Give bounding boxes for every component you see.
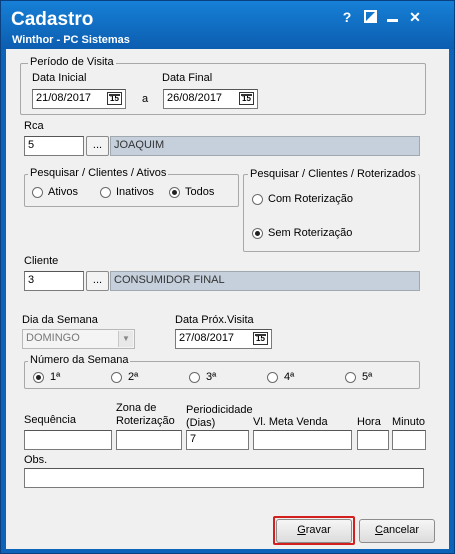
restore-icon[interactable] xyxy=(363,10,377,25)
hora-label: Hora xyxy=(357,416,381,428)
radio-semana-4-label: 4ª xyxy=(284,371,295,383)
radio-semana-3[interactable] xyxy=(189,372,200,383)
radio-semana-5[interactable] xyxy=(345,372,356,383)
cancelar-button[interactable]: Cancelar xyxy=(359,519,435,543)
data-inicial-field[interactable]: 21/08/2017 15 xyxy=(32,89,126,109)
cadastro-window: Cadastro Winthor - PC Sistemas ? ✕ Perío… xyxy=(0,0,455,554)
minuto-label: Minuto xyxy=(392,416,426,428)
radio-sem-roterizacao[interactable] xyxy=(252,228,263,239)
calendar-icon[interactable]: 15 xyxy=(107,92,122,105)
radio-semana-5-label: 5ª xyxy=(362,371,373,383)
sequencia-label: Sequência xyxy=(24,414,76,426)
window-title: Cadastro xyxy=(11,9,94,30)
periodicidade-field[interactable]: 7 xyxy=(186,430,249,450)
data-prox-visita-label: Data Próx.Visita xyxy=(175,314,254,326)
gravar-button[interactable]: Gravar xyxy=(276,519,352,543)
data-final-label: Data Final xyxy=(162,72,213,84)
radio-semana-1-label: 1ª xyxy=(50,371,61,383)
cliente-label: Cliente xyxy=(24,255,59,267)
radio-semana-3-label: 3ª xyxy=(206,371,217,383)
a-label: a xyxy=(142,93,149,105)
title-bar[interactable]: Cadastro Winthor - PC Sistemas ? ✕ xyxy=(1,1,454,49)
radio-semana-2[interactable] xyxy=(111,372,122,383)
radio-com-roterizacao-label: Com Roterização xyxy=(268,193,353,205)
minimize-icon[interactable] xyxy=(385,10,399,25)
radio-todos-label: Todos xyxy=(185,186,215,198)
radio-inativos[interactable] xyxy=(100,187,111,198)
obs-field[interactable] xyxy=(24,468,424,488)
help-icon[interactable]: ? xyxy=(340,10,354,25)
dia-semana-label: Dia da Semana xyxy=(22,314,98,326)
chevron-down-icon: ▼ xyxy=(118,331,133,347)
cliente-name-field: CONSUMIDOR FINAL xyxy=(110,271,420,291)
hora-field[interactable] xyxy=(357,430,389,450)
clientes-roterizados-title: Pesquisar / Clientes / Roterizados xyxy=(248,168,418,180)
radio-todos[interactable] xyxy=(169,187,180,198)
radio-semana-4[interactable] xyxy=(267,372,278,383)
obs-label: Obs. xyxy=(24,454,48,466)
meta-venda-field[interactable] xyxy=(253,430,352,450)
radio-ativos[interactable] xyxy=(32,187,43,198)
rca-name-field: JOAQUIM xyxy=(110,136,420,156)
minuto-field[interactable] xyxy=(392,430,426,450)
cliente-code-field[interactable]: 3 xyxy=(24,271,84,291)
radio-com-roterizacao[interactable] xyxy=(252,194,263,205)
periodo-title: Período de Visita xyxy=(28,56,116,68)
close-icon[interactable]: ✕ xyxy=(408,10,422,25)
rca-search-button[interactable]: ... xyxy=(86,136,109,156)
data-prox-visita-field[interactable]: 27/08/2017 15 xyxy=(175,329,272,349)
clientes-ativos-title: Pesquisar / Clientes / Ativos xyxy=(28,167,169,179)
radio-semana-2-label: 2ª xyxy=(128,371,139,383)
radio-ativos-label: Ativos xyxy=(48,186,78,198)
data-inicial-label: Data Inicial xyxy=(32,72,87,84)
zona-roterizacao-field[interactable] xyxy=(116,430,182,450)
clientes-roterizados-group xyxy=(243,174,420,252)
radio-semana-1[interactable] xyxy=(33,372,44,383)
sequencia-field[interactable] xyxy=(24,430,112,450)
numero-semana-title: Número da Semana xyxy=(28,354,131,366)
radio-inativos-label: Inativos xyxy=(116,186,154,198)
rca-code-field[interactable]: 5 xyxy=(24,136,84,156)
calendar-icon[interactable]: 15 xyxy=(239,92,254,105)
periodicidade-label-line2: (Dias) xyxy=(186,417,216,429)
window-subtitle: Winthor - PC Sistemas xyxy=(12,34,130,46)
rca-label: Rca xyxy=(24,120,44,132)
form-body: Período de Visita Data Inicial 21/08/201… xyxy=(6,49,449,549)
cliente-search-button[interactable]: ... xyxy=(86,271,109,291)
radio-sem-roterizacao-label: Sem Roterização xyxy=(268,227,353,239)
meta-venda-label: Vl. Meta Venda xyxy=(253,416,328,428)
dia-semana-select: DOMINGO ▼ xyxy=(22,329,135,349)
periodicidade-label-line1: Periodicidade xyxy=(186,404,253,416)
data-final-field[interactable]: 26/08/2017 15 xyxy=(163,89,258,109)
zona-label-line2: Roterização xyxy=(116,415,175,427)
zona-label-line1: Zona de xyxy=(116,402,157,414)
calendar-icon[interactable]: 15 xyxy=(253,332,268,345)
